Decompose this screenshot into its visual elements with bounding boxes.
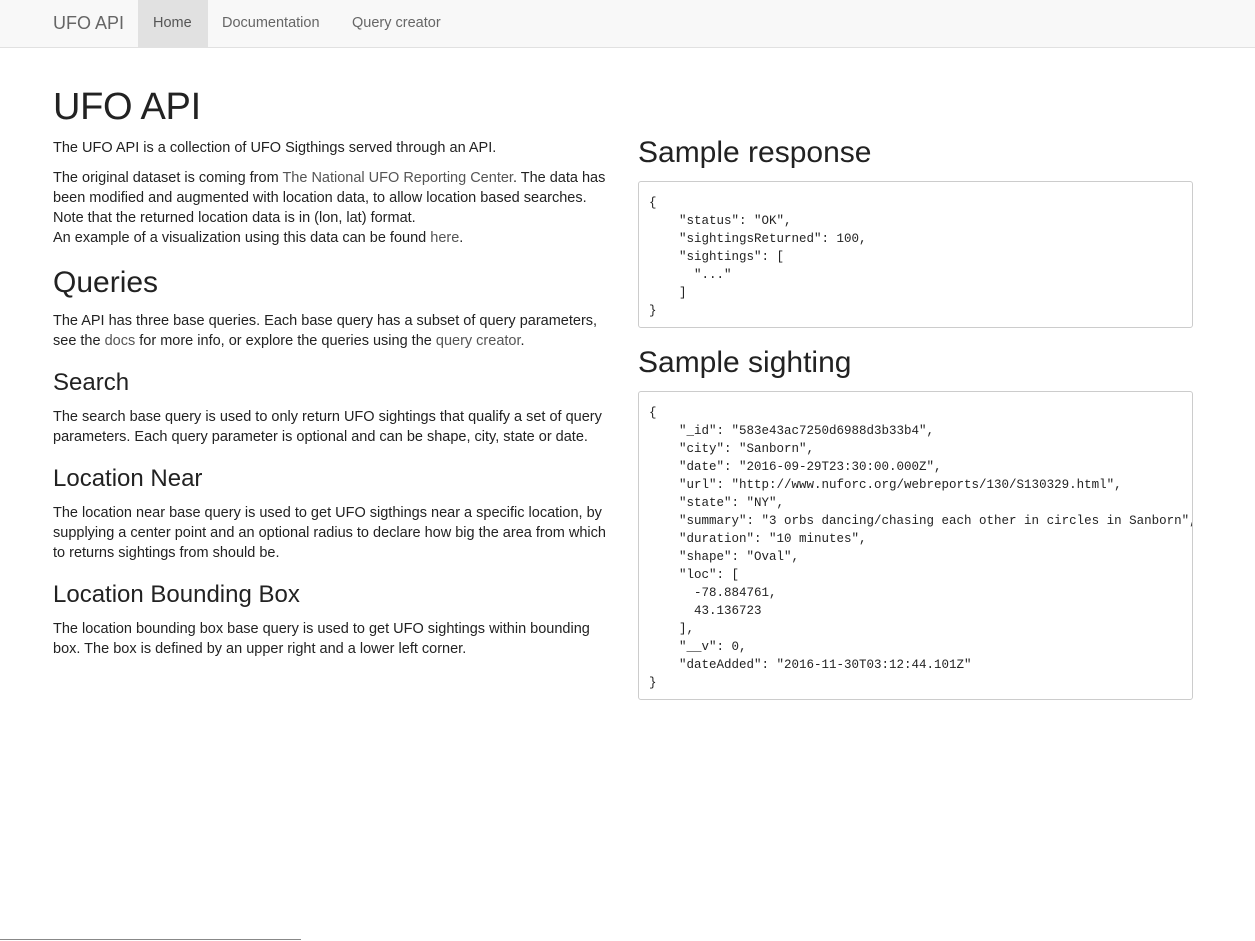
queries-paragraph: The API has three base queries. Each bas…	[53, 311, 613, 351]
intro-text: The UFO API is a collection of UFO Sigth…	[53, 140, 497, 156]
search-heading: Search	[53, 369, 130, 396]
bounding-box-text: The location bounding box base query is …	[53, 621, 590, 657]
dataset-paragraph: The original dataset is coming from The …	[53, 168, 613, 248]
page-title: UFO API	[53, 86, 201, 128]
bounding-box-heading: Location Bounding Box	[53, 581, 300, 608]
navbar-brand[interactable]: UFO API	[53, 0, 124, 47]
sample-sighting-code: { "_id": "583e43ac7250d6988d3b33b4", "ci…	[638, 391, 1193, 700]
location-near-text: The location near base query is used to …	[53, 505, 606, 561]
sample-sighting-heading: Sample sighting	[638, 346, 852, 379]
sample-response-heading: Sample response	[638, 136, 872, 169]
nav-home-link[interactable]: Home	[138, 0, 208, 47]
nav-documentation-link[interactable]: Documentation	[207, 0, 335, 47]
docs-link[interactable]: docs	[105, 333, 136, 349]
nuforc-link[interactable]: The National UFO Reporting Center	[282, 170, 513, 186]
queries-heading: Queries	[53, 266, 159, 299]
query-creator-link[interactable]: query creator	[436, 333, 521, 349]
top-navbar: UFO API Home Documentation Query creator	[0, 0, 1255, 48]
search-text: The search base query is used to only re…	[53, 409, 602, 445]
example-text-after: .	[459, 230, 464, 246]
dataset-text-before: The original dataset is coming from	[53, 170, 283, 186]
location-near-heading: Location Near	[53, 465, 203, 492]
queries-text-after: .	[520, 333, 525, 349]
sample-response-code: { "status": "OK", "sightingsReturned": 1…	[638, 181, 1193, 328]
queries-text-middle: for more info, or explore the queries us…	[135, 333, 436, 349]
visualization-here-link[interactable]: here	[430, 230, 459, 246]
nav-query-creator-link[interactable]: Query creator	[337, 0, 456, 47]
horizontal-scrollbar[interactable]	[0, 939, 301, 940]
example-text-before: An example of a visualization using this…	[53, 230, 431, 246]
